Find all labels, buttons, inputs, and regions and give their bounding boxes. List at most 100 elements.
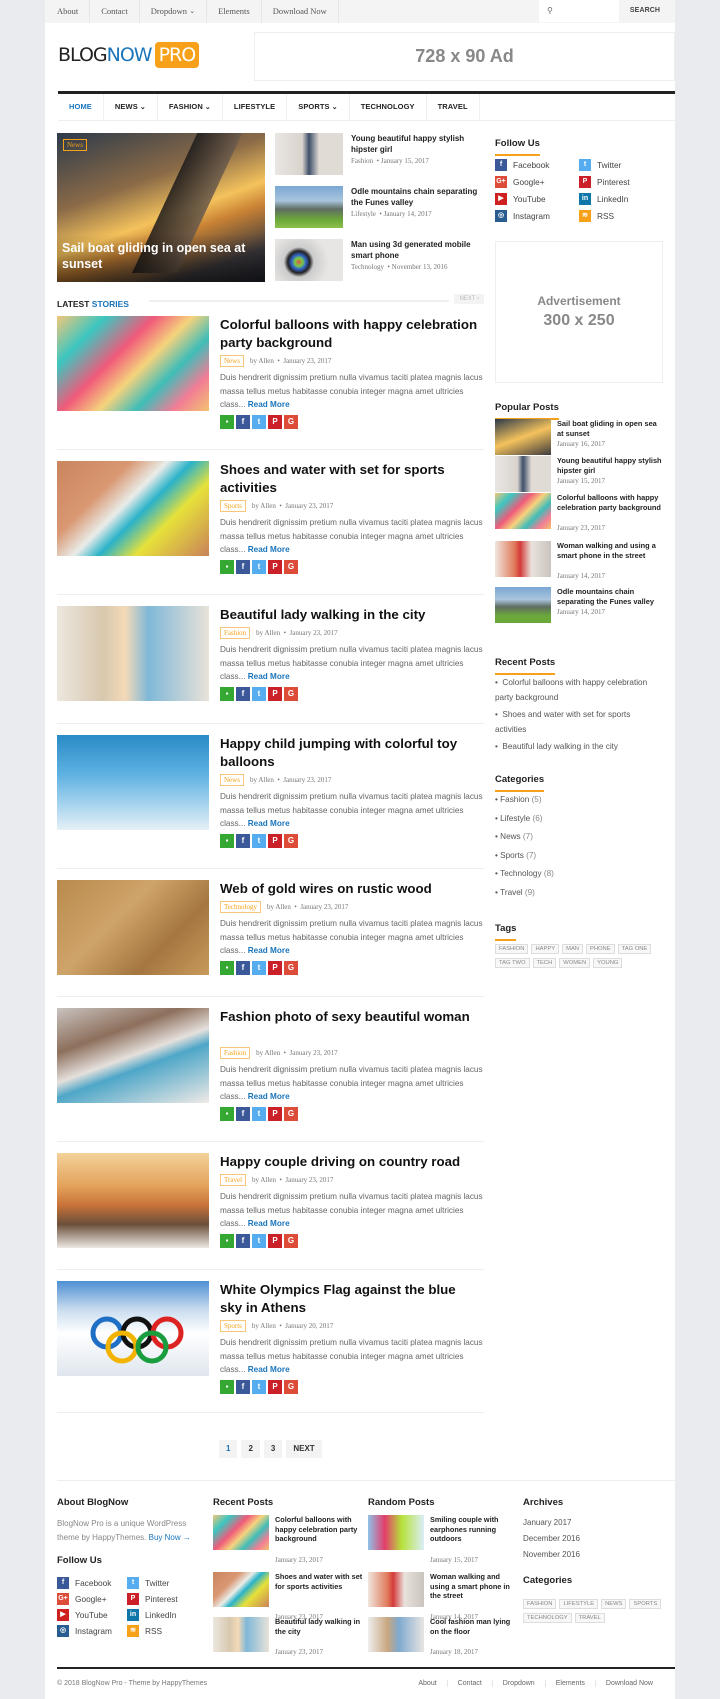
footer-category-tag[interactable]: LIFESTYLE — [559, 1599, 599, 1609]
footer-post-title[interactable]: Shoes and water with set for sports acti… — [275, 1572, 365, 1591]
social-link-google-plus[interactable]: G+ Google+ — [495, 176, 545, 188]
read-more-link[interactable]: Read More — [248, 672, 290, 681]
post-category-badge[interactable]: Fashion — [220, 627, 251, 639]
post-title[interactable]: Shoes and water with set for sports acti… — [220, 461, 480, 497]
top-link-contact[interactable]: Contact — [90, 0, 140, 23]
twitter-share-icon[interactable]: t — [252, 961, 266, 975]
read-more-link[interactable]: Read More — [248, 400, 290, 409]
social-link-google-plus[interactable]: G+ Google+ — [57, 1593, 107, 1605]
google-plus-share-icon[interactable]: G — [284, 415, 298, 429]
post-author[interactable]: by Allen — [267, 903, 291, 911]
category-link[interactable]: • Sports (7) — [495, 851, 536, 860]
footer-post-thumb[interactable] — [368, 1515, 424, 1550]
archive-link[interactable]: January 2017 — [523, 1518, 571, 1527]
popular-post-thumb[interactable] — [495, 456, 551, 492]
post-thumbnail[interactable] — [57, 880, 209, 975]
comment-icon[interactable]: ▪ — [220, 560, 234, 574]
post-category-badge[interactable]: News — [220, 355, 244, 367]
comment-icon[interactable]: ▪ — [220, 961, 234, 975]
top-link-about[interactable]: About — [57, 0, 91, 23]
page-3-button[interactable]: 3 — [263, 1440, 283, 1458]
popular-post-title[interactable]: Woman walking and using a smart phone in… — [557, 541, 663, 561]
tag-link[interactable]: YOUNG — [593, 958, 623, 968]
footer-post-title[interactable]: Smiling couple with earphones running ou… — [430, 1515, 520, 1544]
featured-main-title[interactable]: Sail boat gliding in open sea at sunset — [57, 234, 265, 282]
featured-item-category[interactable]: Lifestyle — [351, 210, 376, 218]
tag-link[interactable]: WOMEN — [559, 958, 591, 968]
facebook-share-icon[interactable]: f — [236, 961, 250, 975]
post-category-badge[interactable]: Technology — [220, 901, 261, 913]
post-title[interactable]: Beautiful lady walking in the city — [220, 606, 480, 624]
tag-link[interactable]: PHONE — [586, 944, 615, 954]
archive-link[interactable]: December 2016 — [523, 1534, 580, 1543]
recent-post-link[interactable]: • Shoes and water with set for sports ac… — [495, 708, 663, 737]
footer-post-thumb[interactable] — [368, 1572, 424, 1607]
pinterest-share-icon[interactable]: P — [268, 961, 282, 975]
social-link-linkedin[interactable]: in LinkedIn — [127, 1609, 176, 1621]
footer-category-tag[interactable]: FASHION — [523, 1599, 557, 1609]
nav-item-technology[interactable]: TECHNOLOGY — [350, 94, 427, 120]
site-logo[interactable]: BLOG NOW PRO — [58, 42, 200, 68]
footer-link-contact[interactable]: Contact — [446, 1680, 492, 1687]
footer-post-thumb[interactable] — [213, 1572, 269, 1607]
footer-category-tag[interactable]: SPORTS — [629, 1599, 662, 1609]
featured-category-badge[interactable]: News — [63, 139, 87, 151]
category-link[interactable]: • News (7) — [495, 832, 533, 841]
popular-post-title[interactable]: Young beautiful happy stylish hipster gi… — [557, 456, 663, 476]
google-plus-share-icon[interactable]: G — [284, 961, 298, 975]
twitter-share-icon[interactable]: t — [252, 560, 266, 574]
comment-icon[interactable]: ▪ — [220, 687, 234, 701]
post-title[interactable]: Colorful balloons with happy celebration… — [220, 316, 480, 352]
read-more-link[interactable]: Read More — [248, 545, 290, 554]
footer-post-thumb[interactable] — [213, 1515, 269, 1550]
category-link[interactable]: • Technology (8) — [495, 869, 554, 878]
google-plus-share-icon[interactable]: G — [284, 1380, 298, 1394]
post-category-badge[interactable]: Sports — [220, 1320, 246, 1332]
facebook-share-icon[interactable]: f — [236, 415, 250, 429]
read-more-link[interactable]: Read More — [248, 946, 290, 955]
nav-item-lifestyle[interactable]: LIFESTYLE — [223, 94, 288, 120]
pinterest-share-icon[interactable]: P — [268, 1380, 282, 1394]
post-author[interactable]: by Allen — [252, 1176, 276, 1184]
nav-item-fashion[interactable]: FASHION — [158, 94, 223, 120]
nav-item-travel[interactable]: TRAVEL — [427, 94, 480, 120]
post-thumbnail[interactable] — [57, 1008, 209, 1103]
recent-post-link[interactable]: • Beautiful lady walking in the city — [495, 740, 663, 755]
facebook-share-icon[interactable]: f — [236, 1234, 250, 1248]
post-thumbnail[interactable] — [57, 1281, 209, 1376]
facebook-share-icon[interactable]: f — [236, 560, 250, 574]
footer-link-dropdown[interactable]: Dropdown — [491, 1680, 545, 1687]
comment-icon[interactable]: ▪ — [220, 415, 234, 429]
post-author[interactable]: by Allen — [252, 1322, 276, 1330]
popular-post-thumb[interactable] — [495, 493, 551, 529]
search-input[interactable]: ⚲ — [539, 0, 619, 22]
post-category-badge[interactable]: Travel — [220, 1174, 247, 1186]
page-next-button[interactable]: NEXT — [286, 1440, 322, 1458]
comment-icon[interactable]: ▪ — [220, 1380, 234, 1394]
search-button[interactable]: SEARCH — [625, 0, 665, 22]
page-1-button[interactable]: 1 — [219, 1440, 238, 1458]
featured-thumb[interactable] — [275, 133, 343, 175]
twitter-share-icon[interactable]: t — [252, 1234, 266, 1248]
read-more-link[interactable]: Read More — [248, 1365, 290, 1374]
read-more-link[interactable]: Read More — [248, 819, 290, 828]
post-title[interactable]: Fashion photo of sexy beautiful woman — [220, 1008, 480, 1026]
tag-link[interactable]: FASHION — [495, 944, 529, 954]
read-more-link[interactable]: Read More — [248, 1219, 290, 1228]
top-link-dropdown[interactable]: Dropdown ⌄ — [140, 0, 208, 23]
post-thumbnail[interactable] — [57, 735, 209, 830]
featured-thumb[interactable] — [275, 239, 343, 281]
google-plus-share-icon[interactable]: G — [284, 687, 298, 701]
tag-link[interactable]: TAG TWO — [495, 958, 530, 968]
post-category-badge[interactable]: News — [220, 774, 244, 786]
google-plus-share-icon[interactable]: G — [284, 560, 298, 574]
nav-item-sports[interactable]: SPORTS — [287, 94, 350, 120]
post-category-badge[interactable]: Sports — [220, 500, 246, 512]
footer-post-title[interactable]: Cool fashion man lying on the floor — [430, 1617, 520, 1636]
pinterest-share-icon[interactable]: P — [268, 687, 282, 701]
social-link-pinterest[interactable]: P Pinterest — [579, 176, 630, 188]
post-title[interactable]: Happy child jumping with colorful toy ba… — [220, 735, 480, 771]
tag-link[interactable]: HAPPY — [531, 944, 560, 954]
footer-category-tag[interactable]: TRAVEL — [574, 1613, 605, 1623]
sidebar-ad[interactable]: Advertisement 300 x 250 — [495, 241, 663, 383]
